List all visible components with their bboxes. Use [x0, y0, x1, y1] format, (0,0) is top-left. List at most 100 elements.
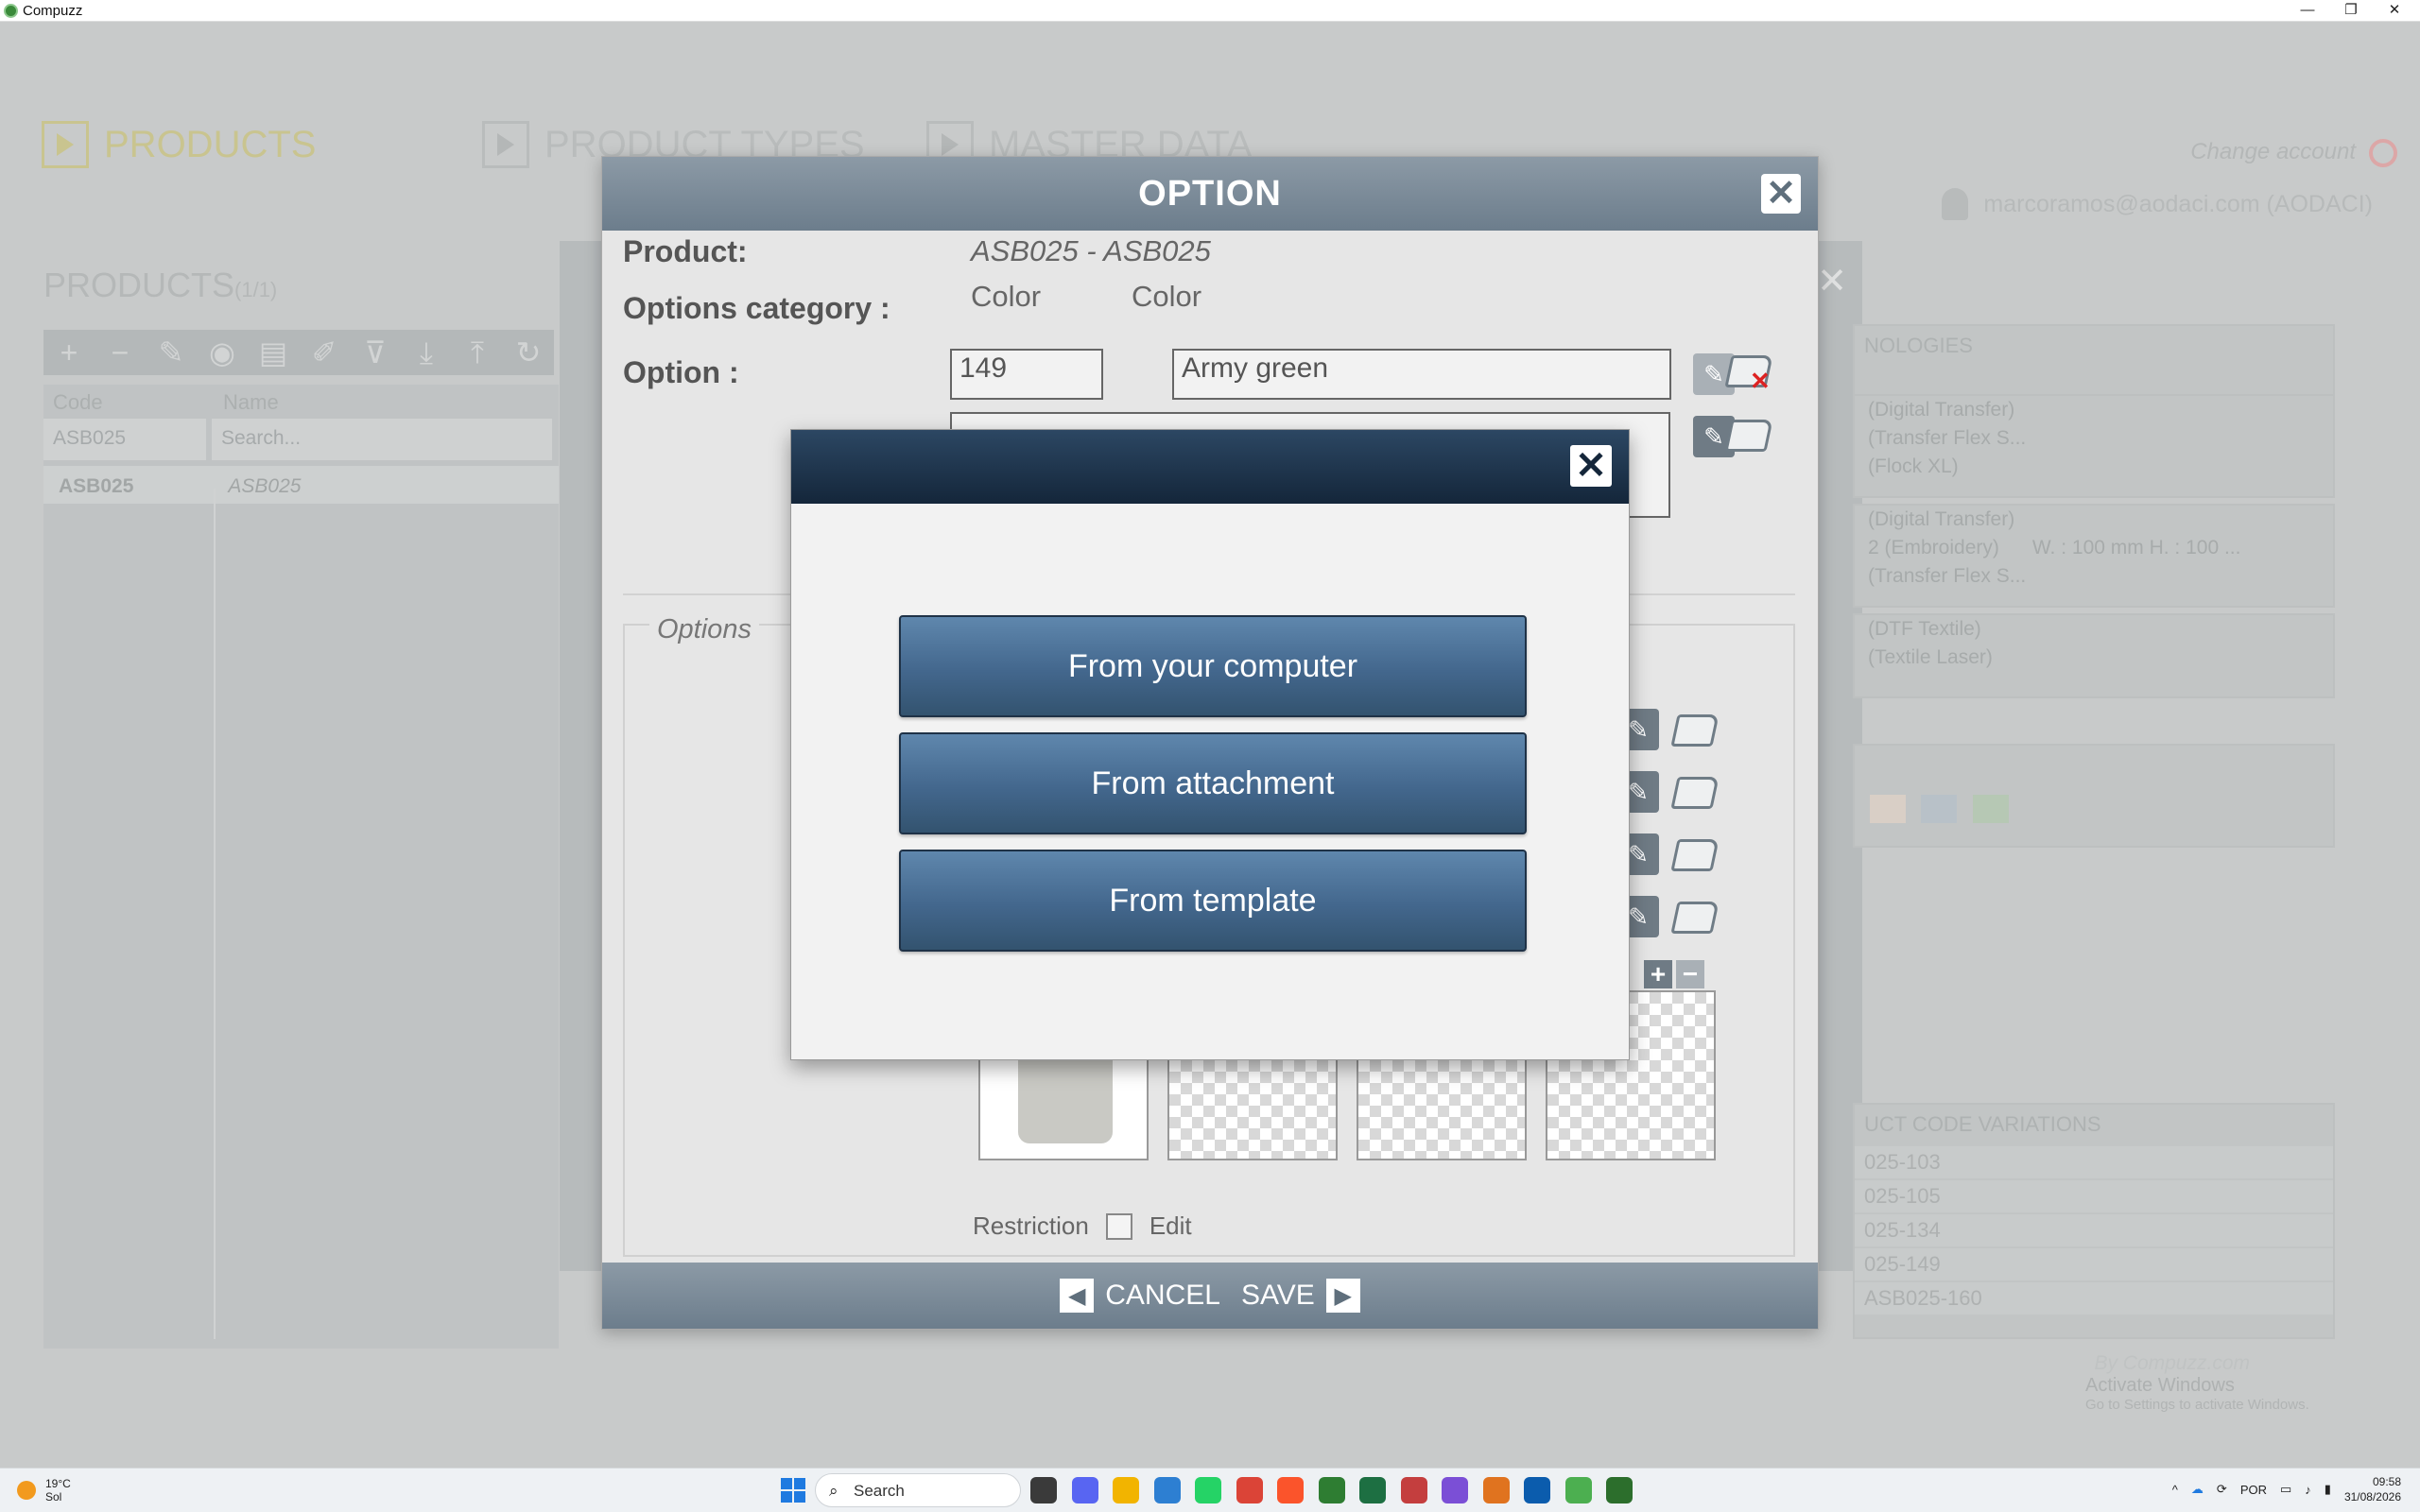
translation-icon[interactable]: [1670, 839, 1720, 871]
power-icon[interactable]: [2369, 139, 2397, 167]
taskbar-app-icon[interactable]: [1524, 1477, 1550, 1503]
taskbar-app-icon[interactable]: [1359, 1477, 1386, 1503]
tech-line: (Flock XL): [1868, 455, 1959, 477]
name-filter-input[interactable]: Search...: [212, 419, 552, 460]
category-value-translated: Color: [1132, 280, 1202, 313]
color-swatch[interactable]: [1870, 795, 1906, 823]
taskbar: 19°C Sol ⌕ Search ^ ☁ ⟳ POR ▭ ♪ ▮ 09:58 …: [0, 1468, 2420, 1512]
cloud-icon[interactable]: ☁: [2191, 1482, 2204, 1497]
colors-box: [1853, 744, 2335, 848]
tech-line: (Digital Transfer): [1868, 399, 2015, 421]
taskbar-app-icon[interactable]: [1236, 1477, 1263, 1503]
add-icon[interactable]: +: [43, 330, 95, 375]
start-windows-icon[interactable]: [781, 1478, 805, 1503]
add-image-button[interactable]: +: [1644, 960, 1672, 988]
download-icon[interactable]: ⤓: [401, 330, 452, 375]
from-your-computer-button[interactable]: From your computer: [899, 615, 1527, 717]
minimize-button[interactable]: —: [2286, 0, 2329, 22]
tech-size: W. : 100 mm H. : 100 ...: [2031, 537, 2241, 558]
taskbar-app-icon[interactable]: [1606, 1477, 1633, 1503]
translation-icon[interactable]: [1724, 420, 1773, 452]
window-title: Compuzz: [23, 3, 83, 19]
taskbar-app-icon[interactable]: [1113, 1477, 1139, 1503]
translation-icon[interactable]: [1670, 714, 1720, 747]
color-swatch[interactable]: [1921, 795, 1958, 823]
clock[interactable]: 09:58 31/08/2026: [2344, 1474, 2401, 1504]
speaker-icon[interactable]: ♪: [2305, 1483, 2311, 1497]
taskbar-app-icon[interactable]: [1564, 1477, 1592, 1503]
save-button[interactable]: SAVE ▶: [1241, 1279, 1360, 1313]
chevron-up-icon[interactable]: ^: [2172, 1483, 2178, 1497]
remove-icon[interactable]: −: [95, 330, 146, 375]
edit-label[interactable]: Edit: [1150, 1211, 1192, 1241]
product-label: Product:: [623, 234, 748, 268]
taskbar-app-icon[interactable]: [1277, 1477, 1304, 1503]
play-icon: [482, 121, 529, 168]
upload-icon[interactable]: ⤒: [452, 330, 503, 375]
option-name-input[interactable]: Army green: [1172, 349, 1671, 400]
image-source-modal: ✕ From your computer From attachment Fro…: [790, 429, 1630, 1060]
refresh-icon[interactable]: ↻: [503, 330, 554, 375]
restore-button[interactable]: ❐: [2329, 0, 2373, 22]
sync-icon[interactable]: ⟳: [2217, 1482, 2227, 1497]
column-header-code[interactable]: Code: [43, 385, 214, 419]
grid-filter-row: ASB025 Search...: [43, 419, 559, 460]
list-item[interactable]: 025-149: [1855, 1248, 2333, 1280]
save-label: SAVE: [1240, 1280, 1315, 1311]
tech-line: 2 (Embroidery) W. : 100 mm H. : 100 ...: [1855, 534, 2333, 562]
list-item[interactable]: 025-103: [1855, 1146, 2333, 1178]
products-count: (1/1): [234, 278, 278, 301]
nav-tab-products[interactable]: PRODUCTS: [42, 121, 316, 168]
filter-icon[interactable]: ⊽: [350, 330, 401, 375]
list-item[interactable]: 025-134: [1855, 1214, 2333, 1246]
activate-windows-watermark: Activate Windows Go to Settings to activ…: [2085, 1375, 2309, 1413]
cancel-button[interactable]: ◀ CANCEL: [1060, 1279, 1220, 1313]
option-code-input[interactable]: 149: [950, 349, 1103, 400]
column-header-name[interactable]: Name: [214, 385, 288, 419]
pencil-icon[interactable]: ✐: [299, 330, 350, 375]
by-compuzz-link[interactable]: By Compuzz.com: [2094, 1352, 2250, 1375]
activate-title: Activate Windows: [2085, 1375, 2235, 1396]
user-info: marcoramos@aodaci.com (AODACI): [1942, 188, 2373, 220]
user-email: marcoramos@aodaci.com (AODACI): [1983, 190, 2373, 217]
view-icon[interactable]: ◉: [197, 330, 248, 375]
translation-icon[interactable]: [1670, 777, 1720, 809]
taskbar-app-icon[interactable]: [1030, 1477, 1057, 1503]
option-dialog-close-button[interactable]: ✕: [1761, 174, 1801, 214]
list-item[interactable]: ASB025-160: [1855, 1282, 2333, 1314]
change-account-link[interactable]: Change account: [2190, 139, 2356, 165]
taskbar-app-icon[interactable]: [1400, 1477, 1427, 1503]
clock-time: 09:58: [2372, 1475, 2401, 1488]
taskbar-app-icon[interactable]: [1153, 1477, 1181, 1503]
taskbar-app-icon[interactable]: [1318, 1477, 1345, 1503]
battery-icon[interactable]: ▮: [2325, 1482, 2331, 1497]
sun-icon: [17, 1481, 36, 1500]
color-swatch[interactable]: [1972, 795, 2009, 823]
edit-icon[interactable]: ✎: [146, 330, 197, 375]
image-source-modal-close-button[interactable]: ✕: [1570, 445, 1612, 487]
taskbar-app-icon[interactable]: [1482, 1477, 1510, 1503]
language-indicator[interactable]: POR: [2240, 1483, 2267, 1497]
restriction-checkbox[interactable]: [1105, 1212, 1132, 1240]
display-icon[interactable]: ▭: [2280, 1482, 2291, 1497]
play-icon: [42, 121, 89, 168]
remove-image-button[interactable]: −: [1676, 960, 1704, 988]
weather-widget[interactable]: 19°C Sol: [17, 1477, 71, 1503]
taskbar-app-icon[interactable]: [1071, 1477, 1098, 1503]
code-filter-input[interactable]: ASB025: [43, 419, 206, 460]
products-title-text: PRODUCTS: [43, 266, 235, 304]
taskbar-search[interactable]: ⌕ Search: [815, 1473, 1021, 1507]
row-code: ASB025: [59, 475, 134, 497]
category-value: Color: [971, 280, 1042, 313]
from-attachment-button[interactable]: From attachment: [899, 732, 1527, 834]
close-window-button[interactable]: ✕: [2373, 0, 2416, 22]
copy-icon[interactable]: ▤: [248, 330, 299, 375]
translation-icon[interactable]: [1670, 902, 1720, 934]
list-item[interactable]: 025-105: [1855, 1180, 2333, 1212]
taskbar-app-icon[interactable]: [1195, 1477, 1221, 1503]
from-template-button[interactable]: From template: [899, 850, 1527, 952]
taskbar-app-icon[interactable]: [1442, 1477, 1468, 1503]
image-source-modal-header: [791, 430, 1629, 504]
table-row[interactable]: ASB025 ASB025: [43, 466, 559, 504]
close-icon[interactable]: ✕: [1817, 260, 1847, 302]
